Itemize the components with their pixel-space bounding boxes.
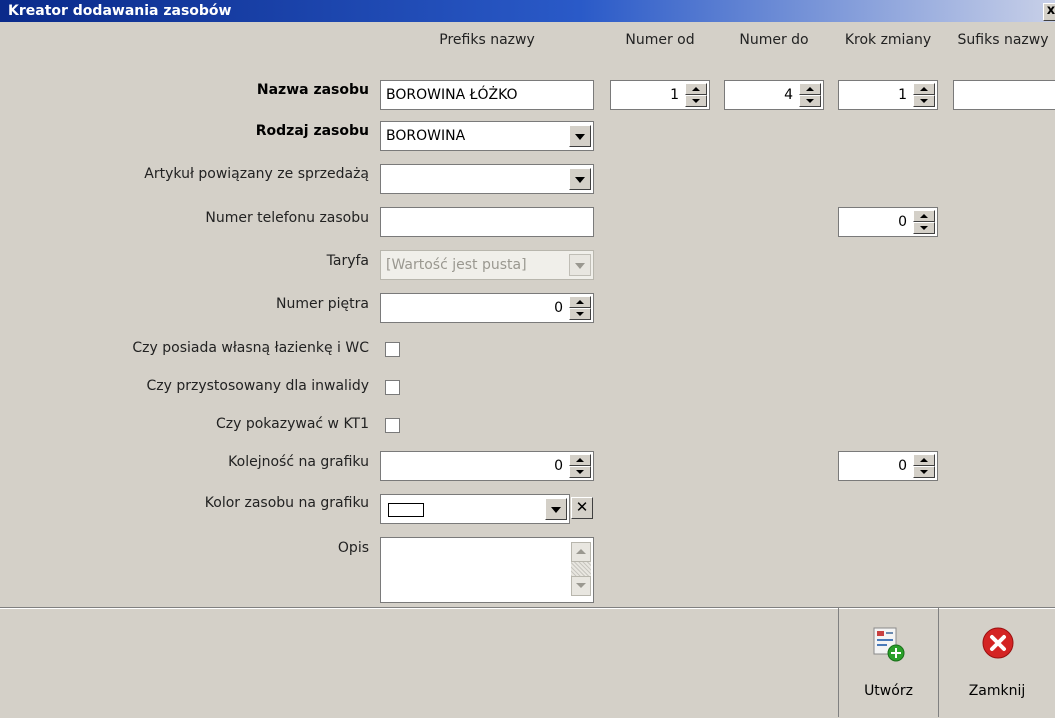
number-to-up-arrow-icon[interactable] <box>799 83 821 95</box>
order-value: 0 <box>554 458 563 474</box>
type-value: BOROWINA <box>386 128 466 144</box>
window-title: Kreator dodawania zasobów <box>8 3 232 19</box>
description-scroll-down-icon[interactable] <box>571 576 591 596</box>
article-label: Artykuł powiązany ze sprzedażą <box>144 166 369 182</box>
floor-down-arrow-icon[interactable] <box>569 308 591 320</box>
description-scroll-up-icon[interactable] <box>571 542 591 562</box>
tariff-dropdown-arrow-icon <box>569 254 591 276</box>
color-clear-icon[interactable]: ✕ <box>571 497 593 519</box>
col-step-header: Krok zmiany <box>844 32 932 48</box>
name-label: Nazwa zasobu <box>256 82 369 98</box>
number-from-down-arrow-icon[interactable] <box>685 95 707 107</box>
color-label: Kolor zasobu na grafiku <box>204 495 369 511</box>
col-suffix-header: Sufiks nazwy <box>957 32 1049 48</box>
floor-label: Numer piętra <box>275 296 369 312</box>
type-dropdown-arrow-icon[interactable] <box>569 125 591 147</box>
description-textarea[interactable] <box>380 537 594 603</box>
floor-up-arrow-icon[interactable] <box>569 296 591 308</box>
step-value: 1 <box>898 87 907 103</box>
tariff-label: Taryfa <box>326 253 369 269</box>
order-label: Kolejność na grafiku <box>228 454 369 470</box>
close-red-icon <box>982 627 1014 659</box>
article-dropdown-arrow-icon[interactable] <box>569 168 591 190</box>
floor-value: 0 <box>554 300 563 316</box>
col-prefix-header: Prefiks nazwy <box>439 32 535 48</box>
create-resource-icon <box>873 627 905 662</box>
name-prefix-input[interactable]: BOROWINA ŁÓŻKO <box>380 80 594 110</box>
phone-label: Numer telefonu zasobu <box>205 210 369 226</box>
type-label: Rodzaj zasobu <box>255 123 369 139</box>
disabled-access-checkbox[interactable] <box>385 380 400 395</box>
create-button-label: Utwórz <box>864 683 913 699</box>
bathroom-checkbox[interactable] <box>385 342 400 357</box>
number-from-spinner[interactable]: 1 <box>610 80 710 110</box>
step-up-arrow-icon[interactable] <box>913 83 935 95</box>
name-suffix-input[interactable] <box>953 80 1055 110</box>
phone-step-up-arrow-icon[interactable] <box>913 210 935 222</box>
show-kt1-label: Czy pokazywać w KT1 <box>215 416 369 432</box>
description-label: Opis <box>337 540 369 556</box>
description-scrollbar[interactable] <box>571 562 591 576</box>
phone-step-value: 0 <box>898 214 907 230</box>
order-step-value: 0 <box>898 458 907 474</box>
title-bar: Kreator dodawania zasobów x <box>0 0 1055 22</box>
article-select[interactable] <box>380 164 594 194</box>
type-select[interactable]: BOROWINA <box>380 121 594 151</box>
show-kt1-checkbox[interactable] <box>385 418 400 433</box>
close-button-label: Zamknij <box>968 683 1026 699</box>
phone-step-down-arrow-icon[interactable] <box>913 222 935 234</box>
close-button[interactable]: Zamknij <box>938 608 1055 717</box>
step-spinner[interactable]: 1 <box>838 80 938 110</box>
bathroom-label: Czy posiada własną łazienkę i WC <box>132 340 369 356</box>
number-to-value: 4 <box>784 87 793 103</box>
window-close-button[interactable]: x <box>1043 3 1055 21</box>
phone-input[interactable] <box>380 207 594 237</box>
col-number-from-header: Numer od <box>625 32 695 48</box>
phone-step-spinner[interactable]: 0 <box>838 207 938 237</box>
tariff-placeholder: [Wartość jest pusta] <box>386 257 527 273</box>
order-step-up-arrow-icon[interactable] <box>913 454 935 466</box>
number-to-spinner[interactable]: 4 <box>724 80 824 110</box>
floor-spinner[interactable]: 0 <box>380 293 594 323</box>
step-down-arrow-icon[interactable] <box>913 95 935 107</box>
disabled-access-label: Czy przystosowany dla inwalidy <box>146 378 369 394</box>
col-number-to-header: Numer do <box>739 32 809 48</box>
color-swatch <box>388 503 424 517</box>
order-down-arrow-icon[interactable] <box>569 466 591 478</box>
number-from-up-arrow-icon[interactable] <box>685 83 707 95</box>
order-up-arrow-icon[interactable] <box>569 454 591 466</box>
number-to-down-arrow-icon[interactable] <box>799 95 821 107</box>
order-step-spinner[interactable]: 0 <box>838 451 938 481</box>
color-select[interactable] <box>380 494 570 524</box>
tariff-select: [Wartość jest pusta] <box>380 250 594 280</box>
create-button[interactable]: Utwórz <box>838 608 938 717</box>
order-step-down-arrow-icon[interactable] <box>913 466 935 478</box>
color-dropdown-arrow-icon[interactable] <box>545 498 567 520</box>
order-spinner[interactable]: 0 <box>380 451 594 481</box>
name-prefix-value: BOROWINA ŁÓŻKO <box>386 87 518 103</box>
number-from-value: 1 <box>670 87 679 103</box>
